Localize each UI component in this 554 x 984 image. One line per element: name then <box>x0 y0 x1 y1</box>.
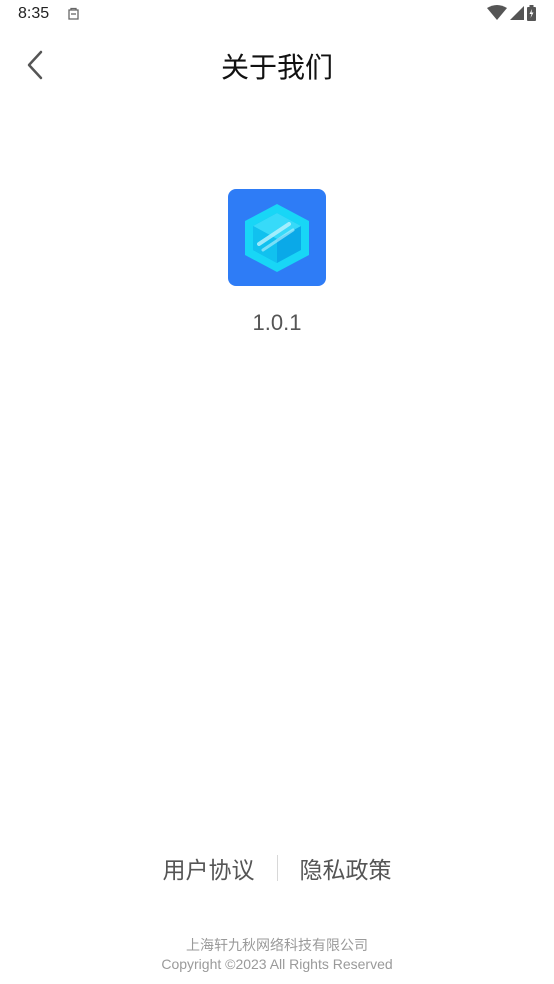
page-title: 关于我们 <box>220 51 333 84</box>
status-icons <box>487 5 536 25</box>
footer-copyright: Copyright ©2023 All Rights Reserved <box>161 956 393 972</box>
user-agreement-link[interactable]: 用户协议 <box>141 851 277 885</box>
app-version: 1.0.1 <box>252 310 302 335</box>
app-logo <box>228 189 326 286</box>
legal-links: 用户协议 隐私政策 <box>0 851 554 885</box>
wifi-icon <box>487 5 507 25</box>
hexagon-cube-logo-icon <box>245 203 309 272</box>
header: 关于我们 <box>0 32 554 98</box>
status-time: 8:35 <box>18 5 50 22</box>
battery-icon <box>527 5 536 25</box>
notification-icon <box>66 7 81 22</box>
status-bar: 8:35 <box>0 0 554 32</box>
footer-company-name: 上海轩九秋网络科技有限公司 <box>186 938 368 954</box>
signal-icon <box>510 5 524 25</box>
privacy-policy-link[interactable]: 隐私政策 <box>278 851 414 885</box>
